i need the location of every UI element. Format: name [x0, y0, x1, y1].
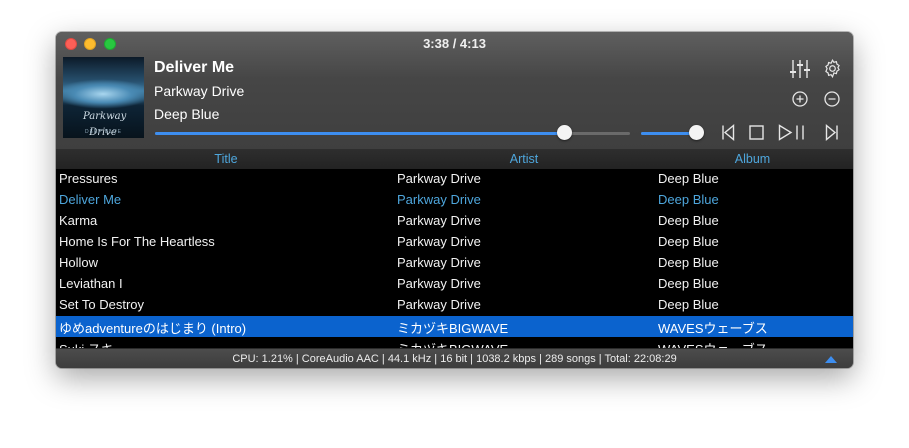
cell-album: Deep Blue	[658, 171, 719, 186]
cell-artist: Parkway Drive	[397, 297, 481, 312]
cell-title: Set To Destroy	[59, 297, 145, 312]
cell-title: Karma	[59, 213, 98, 228]
cell-title: Deliver Me	[59, 192, 122, 207]
seek-slider-fill	[155, 132, 564, 135]
stop-icon[interactable]	[749, 125, 764, 140]
cell-album: Deep Blue	[658, 234, 719, 249]
cell-artist: Parkway Drive	[397, 276, 481, 291]
table-row[interactable]: Set To Destroy Parkway Drive Deep Blue	[56, 295, 853, 316]
playlist-table[interactable]: Pressures Parkway Drive Deep Blue Delive…	[56, 169, 853, 349]
table-row[interactable]: Karma Parkway Drive Deep Blue	[56, 211, 853, 232]
cell-artist: Parkway Drive	[397, 192, 481, 207]
cell-album: Deep Blue	[658, 192, 719, 207]
playlist-header: Title Artist Album	[56, 149, 853, 169]
now-playing-album: Deep Blue	[154, 106, 220, 122]
status-bar: CPU: 1.21% | CoreAudio AAC | 44.1 kHz | …	[56, 348, 853, 368]
seek-slider[interactable]	[155, 125, 630, 140]
cell-album: Deep Blue	[658, 276, 719, 291]
table-row[interactable]: Pressures Parkway Drive Deep Blue	[56, 169, 853, 190]
cell-title: ゆめadventureのはじまり (Intro)	[59, 321, 247, 336]
table-row[interactable]: Deliver Me Parkway Drive Deep Blue	[56, 190, 853, 211]
plus-circle-icon[interactable]	[792, 91, 808, 107]
album-art-subtitle: DEEP BLUE	[85, 129, 122, 135]
now-playing-title: Deliver Me	[154, 59, 235, 76]
cell-artist: Parkway Drive	[397, 255, 481, 270]
previous-track-icon[interactable]	[721, 124, 735, 141]
album-art-logo: Parkway Drive	[83, 111, 127, 138]
cell-title: Hollow	[59, 255, 99, 270]
cell-album: Deep Blue	[658, 213, 719, 228]
play-pause-icon[interactable]	[778, 124, 810, 141]
now-playing-artist: Parkway Drive	[154, 83, 245, 99]
column-header-artist[interactable]: Artist	[396, 152, 652, 166]
cell-artist: Parkway Drive	[397, 171, 481, 186]
window-title: 3:38 / 4:13	[423, 36, 486, 51]
chevron-up-icon[interactable]	[825, 356, 837, 363]
cell-album: Deep Blue	[658, 255, 719, 270]
seek-slider-knob[interactable]	[556, 125, 572, 140]
cell-album: Deep Blue	[658, 297, 719, 312]
table-row[interactable]: Leviathan I Parkway Drive Deep Blue	[56, 274, 853, 295]
table-row[interactable]: ゆめadventureのはじまり (Intro) ミカヅキBIGWAVE WAV…	[56, 316, 853, 337]
equalizer-icon[interactable]	[789, 59, 811, 79]
cell-title: Pressures	[59, 171, 118, 186]
next-track-icon[interactable]	[825, 124, 839, 141]
cell-title: Home Is For The Heartless	[59, 234, 215, 249]
volume-slider-fill	[641, 132, 697, 135]
cell-album: WAVESウェーブス	[658, 321, 768, 336]
gear-icon[interactable]	[822, 58, 843, 79]
volume-slider-knob[interactable]	[689, 125, 705, 140]
table-row[interactable]: Home Is For The Heartless Parkway Drive …	[56, 232, 853, 253]
column-header-album[interactable]: Album	[652, 152, 853, 166]
album-art: Parkway Drive DEEP BLUE	[63, 57, 144, 138]
player-header: 3:38 / 4:13 Parkway Drive DEEP BLUE Deli…	[56, 32, 853, 149]
album-art-wave	[63, 79, 144, 109]
cell-title: Leviathan I	[59, 276, 123, 291]
status-text: CPU: 1.21% | CoreAudio AAC | 44.1 kHz | …	[232, 353, 677, 365]
cell-artist: Parkway Drive	[397, 213, 481, 228]
minus-circle-icon[interactable]	[824, 91, 840, 107]
player-window: 3:38 / 4:13 Parkway Drive DEEP BLUE Deli…	[56, 32, 853, 368]
cell-artist: ミカヅキBIGWAVE	[397, 321, 509, 336]
cell-artist: Parkway Drive	[397, 234, 481, 249]
column-header-title[interactable]: Title	[56, 152, 396, 166]
volume-slider[interactable]	[641, 125, 705, 140]
table-row[interactable]: Hollow Parkway Drive Deep Blue	[56, 253, 853, 274]
